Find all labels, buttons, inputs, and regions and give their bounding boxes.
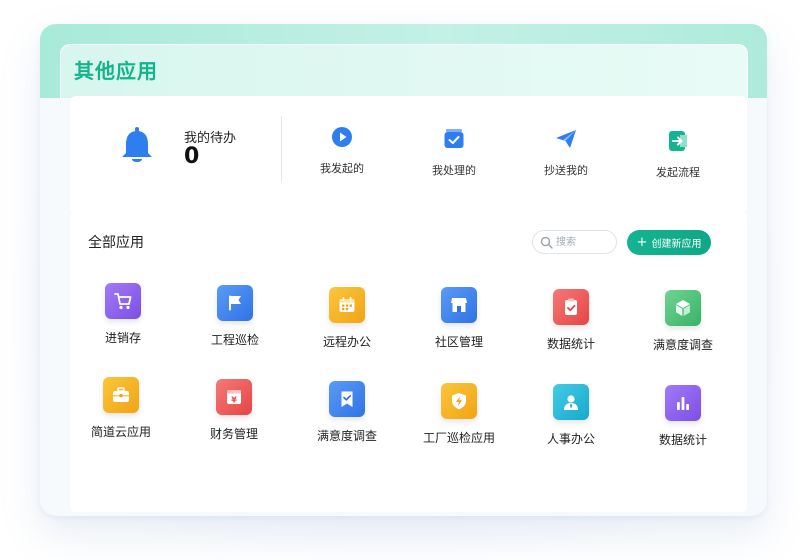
bell-icon <box>122 127 152 162</box>
plus-icon: + <box>636 235 648 250</box>
app-item[interactable]: 人事办公 <box>516 384 626 464</box>
exit-arrow-icon <box>669 131 687 151</box>
person-badge-icon <box>564 395 578 410</box>
app-name: 进销存 <box>104 331 141 345</box>
svg-text:¥: ¥ <box>231 396 237 405</box>
app-item[interactable]: 满意度调查 <box>292 381 402 461</box>
app-name: 社区管理 <box>434 335 483 349</box>
app-name: 工程巡检 <box>210 333 259 347</box>
app-tile <box>105 283 141 319</box>
app-item[interactable]: 满意度调查 <box>628 290 738 370</box>
quick-action-label: 抄送我的 <box>544 164 588 177</box>
quick-action-label: 发起流程 <box>656 166 700 179</box>
play-circle-icon <box>332 127 352 147</box>
clipboard-check-icon <box>565 298 577 315</box>
app-tile <box>553 289 589 325</box>
app-item[interactable]: ¥ 财务管理 <box>179 379 289 459</box>
search-input[interactable] <box>556 234 614 250</box>
app-tile <box>441 383 477 419</box>
app-item[interactable]: 数据统计 <box>516 289 626 369</box>
page: 其他应用 我的待办 0 我发起的 我处理的 抄送我的 发起流程 全部应用 搜索 … <box>0 0 800 560</box>
app-name: 数据统计 <box>658 433 707 447</box>
create-app-label: 创建新应用 <box>651 239 702 250</box>
app-tile <box>329 381 365 417</box>
bar-chart-icon <box>677 397 689 410</box>
create-app-button[interactable]: + 创建新应用 <box>627 230 711 255</box>
app-item[interactable]: 数据统计 <box>628 385 738 465</box>
app-name: 简道云应用 <box>90 425 151 439</box>
flag-icon <box>229 295 241 311</box>
storefront-icon <box>451 298 467 312</box>
app-tile <box>441 287 477 323</box>
app-name: 远程办公 <box>322 335 371 349</box>
app-tile <box>103 377 139 413</box>
quick-action-label: 我处理的 <box>432 164 476 177</box>
title-tab <box>60 44 748 98</box>
bookmark-check-icon <box>341 391 353 407</box>
shopping-cart-icon <box>114 293 132 310</box>
app-name: 满意度调查 <box>316 429 377 443</box>
app-tile <box>329 287 365 323</box>
app-tile: ¥ <box>216 379 252 415</box>
app-item[interactable]: 简道云应用 <box>66 377 176 457</box>
app-item[interactable]: 工程巡检 <box>180 285 290 365</box>
quick-action-initiated[interactable]: 我发起的 <box>297 126 387 196</box>
section-title: 全部应用 <box>88 235 144 251</box>
other-apps-card: 其他应用 我的待办 0 我发起的 我处理的 抄送我的 发起流程 全部应用 搜索 … <box>40 24 767 516</box>
todo-count[interactable]: 0 <box>184 144 199 169</box>
yen-box-icon: ¥ <box>227 390 241 405</box>
divider <box>281 116 282 182</box>
app-item[interactable]: 工厂巡检应用 <box>404 383 514 463</box>
app-item[interactable]: 远程办公 <box>292 287 402 367</box>
calendar-icon <box>339 297 355 312</box>
app-name: 数据统计 <box>546 337 595 351</box>
cube-icon <box>676 300 690 316</box>
app-name: 工厂巡检应用 <box>422 431 495 445</box>
app-tile <box>665 385 701 421</box>
app-item[interactable]: 进销存 <box>68 283 178 363</box>
app-item[interactable]: 社区管理 <box>404 287 514 367</box>
page-title: 其他应用 <box>74 59 158 83</box>
search-icon <box>540 236 553 249</box>
app-tile <box>217 285 253 321</box>
app-name: 满意度调查 <box>652 338 713 352</box>
app-tile <box>665 290 701 326</box>
shield-bolt-icon <box>452 393 466 410</box>
quick-action-label: 我发起的 <box>320 162 364 175</box>
quick-action-handled[interactable]: 我处理的 <box>409 128 499 198</box>
quick-action-cc[interactable]: 抄送我的 <box>521 128 611 198</box>
app-tile <box>553 384 589 420</box>
app-name: 人事办公 <box>546 432 595 446</box>
briefcase-icon <box>113 387 129 402</box>
quick-action-start-flow[interactable]: 发起流程 <box>633 130 723 200</box>
app-name: 财务管理 <box>209 427 258 441</box>
check-inbox-icon <box>444 129 464 148</box>
paper-plane-icon <box>556 130 576 148</box>
search-box[interactable] <box>532 230 617 254</box>
